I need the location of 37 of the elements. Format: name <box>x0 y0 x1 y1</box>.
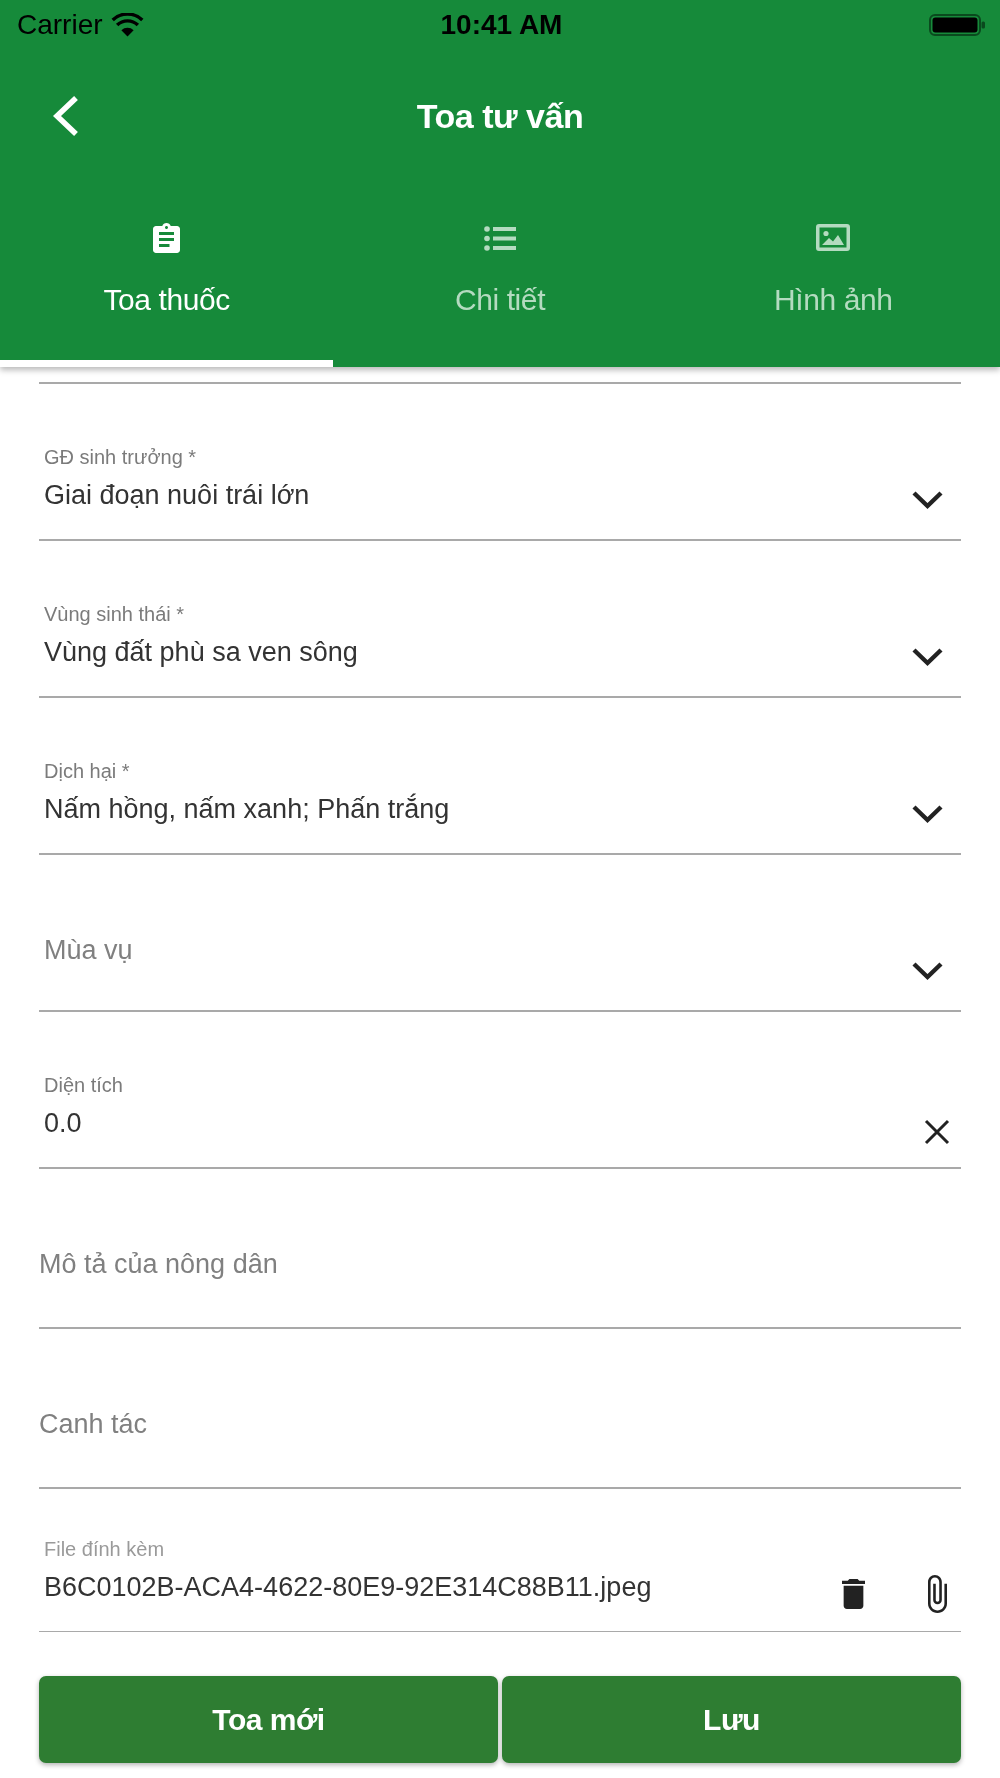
trash-icon[interactable] <box>842 1579 865 1609</box>
chevron-down-icon <box>911 961 944 981</box>
selected-value: Vùng đất phù sa ven sông <box>44 636 359 669</box>
status-time: 10:41 AM <box>440 9 563 41</box>
field-label: Vùng sinh thái * <box>44 602 186 626</box>
dropdown-input[interactable]: Mùa vụ <box>44 933 891 967</box>
chevron-down-icon <box>911 804 944 824</box>
text-field[interactable]: Canh tác <box>39 1329 961 1489</box>
dropdown-field[interactable]: GĐ sinh trưởng * Giai đoạn nuôi trái lớn <box>39 384 961 541</box>
field-label: Diện tích <box>44 1073 124 1097</box>
attachment-field[interactable]: File đính kèm B6C0102B-ACA4-4622-80E9-92E314C88B11.jpeg <box>39 1489 961 1632</box>
screen-title: Toa tư vấn <box>416 96 584 136</box>
paperclip-icon[interactable] <box>928 1575 947 1613</box>
image-icon <box>816 224 851 251</box>
chevron-down-icon <box>911 490 944 510</box>
dropdown-field[interactable]: Dịch hại * Nấm hồng, nấm xanh; Phấn trắng <box>39 698 961 855</box>
action-button[interactable]: Lưu <box>502 1676 961 1763</box>
action-button[interactable]: Toa mới <box>39 1676 498 1763</box>
dropdown-field[interactable]: Vùng sinh thái * Vùng đất phù sa ven sông <box>39 541 961 698</box>
clear-icon[interactable] <box>924 1119 950 1145</box>
chevron-down-icon <box>911 647 944 667</box>
tab[interactable]: Toa thuốc <box>0 182 334 367</box>
dropdown-field[interactable]: Mùa vụ <box>39 855 961 1012</box>
clipboard-icon <box>153 223 181 253</box>
field-label: Dịch hại * <box>44 759 131 783</box>
selected-value: Nấm hồng, nấm xanh; Phấn trắng <box>44 792 451 826</box>
value-input[interactable]: 0.0 <box>44 1106 904 1140</box>
list-icon <box>484 226 516 251</box>
field-label: GĐ sinh trưởng * <box>44 445 198 469</box>
selected-value: Giai đoạn nuôi trái lớn <box>44 479 311 512</box>
battery-icon <box>929 14 986 36</box>
carrier-name: Carrier <box>17 9 103 41</box>
text-field[interactable]: Diện tích 0.0 <box>39 1012 961 1169</box>
wifi-icon <box>110 13 144 37</box>
file-name: B6C0102B-ACA4-4622-80E9-92E314C88B11.jpeg <box>44 1571 653 1604</box>
text-field[interactable]: Mô tả của nông dân <box>39 1169 961 1329</box>
field-label: File đính kèm <box>44 1537 166 1561</box>
